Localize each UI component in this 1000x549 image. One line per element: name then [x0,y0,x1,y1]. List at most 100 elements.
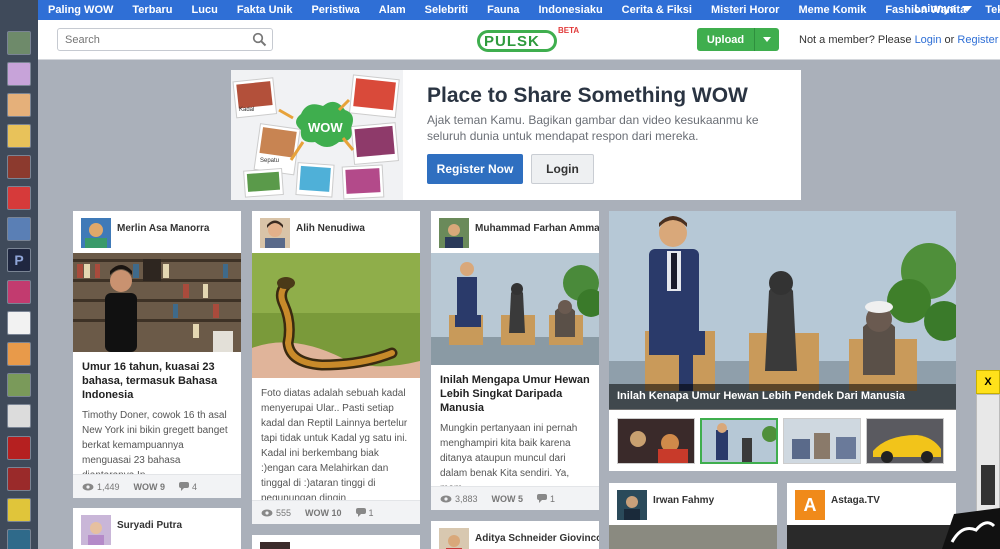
post-card[interactable]: Irwan Fahmy [609,483,777,549]
avatar[interactable] [617,490,647,520]
card-image[interactable] [431,253,599,365]
rail-avatar[interactable] [7,436,31,460]
nav-item-selebriti[interactable]: Selebriti [425,4,468,16]
wow-button[interactable]: WOW 10 [305,508,342,518]
close-ad-button[interactable]: X [976,370,1000,394]
nav-item-teknologi[interactable]: Teknologi [985,4,1000,16]
post-card[interactable]: Merlin Asa Manorra Umur 16 tahun, kuasai… [73,211,241,498]
nav-item-meme-komik[interactable]: Meme Komik [798,4,866,16]
rail-avatar[interactable] [7,62,31,86]
card-image[interactable] [252,253,420,378]
featured-thumbnail[interactable] [617,418,695,464]
nav-more-dropdown[interactable]: Lainnya [914,3,972,15]
nav-item-fauna[interactable]: Fauna [487,4,519,16]
login-link[interactable]: Login [915,34,942,46]
rail-avatar[interactable]: P [7,248,31,272]
nav-item-peristiwa[interactable]: Peristiwa [311,4,359,16]
rail-avatar[interactable] [7,280,31,304]
or-text: or [944,34,955,46]
upload-button[interactable]: Upload [697,28,779,51]
rail-avatar[interactable] [7,498,31,522]
avatar[interactable] [439,528,469,549]
post-card[interactable]: Aditya Schneider Giovinco [431,521,599,549]
card-title[interactable]: Umur 16 tahun, kuasai 23 bahasa, termasu… [73,352,241,402]
card-username[interactable]: Irwan Fahmy [653,495,714,506]
rail-avatar[interactable] [7,467,31,491]
nav-item-indonesiaku[interactable]: Indonesiaku [538,4,602,16]
rail-avatar[interactable] [7,529,31,549]
post-card[interactable]: A Astaga.TV [787,483,956,549]
featured-thumbnail[interactable] [866,418,944,464]
card-image[interactable] [609,525,777,549]
card-username[interactable]: Astaga.TV [831,495,880,506]
comment-icon [179,482,190,491]
nav-item-terbaru[interactable]: Terbaru [132,4,172,16]
comment-count[interactable]: 1 [355,508,374,518]
featured-thumbnail-active[interactable] [700,418,778,464]
avatar[interactable] [81,218,111,248]
comment-count[interactable]: 1 [537,494,555,504]
nav-item-cerita-fiksi[interactable]: Cerita & Fiksi [622,4,692,16]
rail-avatar[interactable] [7,373,31,397]
card-username[interactable]: Suryadi Putra [117,520,182,531]
avatar[interactable]: A [795,490,825,520]
rail-avatar[interactable] [7,155,31,179]
nav-item-lucu[interactable]: Lucu [192,4,218,16]
card-username[interactable]: Alih Nenudiwa [296,223,365,234]
rail-avatar[interactable] [7,217,31,241]
view-count-value: 555 [276,507,292,518]
card-image[interactable] [787,525,956,549]
hero-title: Place to Share Something WOW [427,84,748,107]
logo-text: PULSK [484,33,540,50]
search-box [57,28,273,51]
card-username[interactable]: Merlin Asa Manorra [117,223,209,234]
nav-item-misteri-horor[interactable]: Misteri Horor [711,4,779,16]
card-header: A Astaga.TV [787,483,956,525]
card-username[interactable]: Aditya Schneider Giovinco [475,533,599,544]
pulsk-logo[interactable]: PULSK BETA [475,26,579,54]
featured-post[interactable]: Inilah Kenapa Umur Hewan Lebih Pendek Da… [609,211,956,471]
upload-dropdown-toggle[interactable] [755,37,779,42]
post-card[interactable]: Suryadi Putra [73,508,241,549]
avatar[interactable] [260,218,290,248]
rail-avatar[interactable] [7,342,31,366]
side-ad-banner[interactable] [976,394,1000,519]
nav-item-alam[interactable]: Alam [379,4,406,16]
search-input[interactable] [58,29,238,50]
search-icon[interactable] [252,32,267,47]
corner-widget[interactable] [942,508,1000,549]
featured-image[interactable] [609,211,956,409]
avatar-letter: A [803,494,817,515]
post-card[interactable]: Alih Nenudiwa Foto diatas adalah sebuah … [252,211,420,524]
wow-button[interactable]: WOW 9 [134,482,166,492]
avatar[interactable] [260,542,290,549]
wow-button[interactable]: WOW 5 [492,494,524,504]
rail-avatar[interactable] [7,93,31,117]
nav-item-paling-wow[interactable]: Paling WOW [48,4,113,16]
card-image[interactable] [73,253,241,352]
post-card[interactable]: Muhammad Farhan Amma Inilah Mengapa Umur… [431,211,599,510]
featured-thumbnail[interactable] [783,418,861,464]
register-now-button[interactable]: Register Now [427,154,523,184]
avatar[interactable] [81,515,111,545]
eye-icon [440,495,452,502]
comment-count-value: 4 [192,481,198,492]
hero-login-button[interactable]: Login [531,154,594,184]
card-title[interactable]: Inilah Mengapa Umur Hewan Lebih Singkat … [431,365,599,415]
rail-avatar[interactable] [7,124,31,148]
featured-caption[interactable]: Inilah Kenapa Umur Hewan Lebih Pendek Da… [609,384,956,410]
site-header: PULSK BETA Upload Not a member? Please L… [38,20,1000,60]
comment-count[interactable]: 4 [179,482,197,492]
card-username[interactable]: Muhammad Farhan Amma [475,223,599,234]
rail-avatar[interactable] [7,311,31,335]
rail-avatar[interactable] [7,404,31,428]
avatar[interactable] [439,218,469,248]
view-count-value: 3,883 [455,493,478,504]
register-link[interactable]: Register [957,34,998,46]
rail-avatar[interactable] [7,31,31,55]
post-card[interactable] [252,535,420,549]
comment-icon [537,494,548,503]
hero-art-label-kadal: Kadal [239,107,255,113]
rail-avatar[interactable] [7,186,31,210]
nav-item-fakta-unik[interactable]: Fakta Unik [237,4,293,16]
